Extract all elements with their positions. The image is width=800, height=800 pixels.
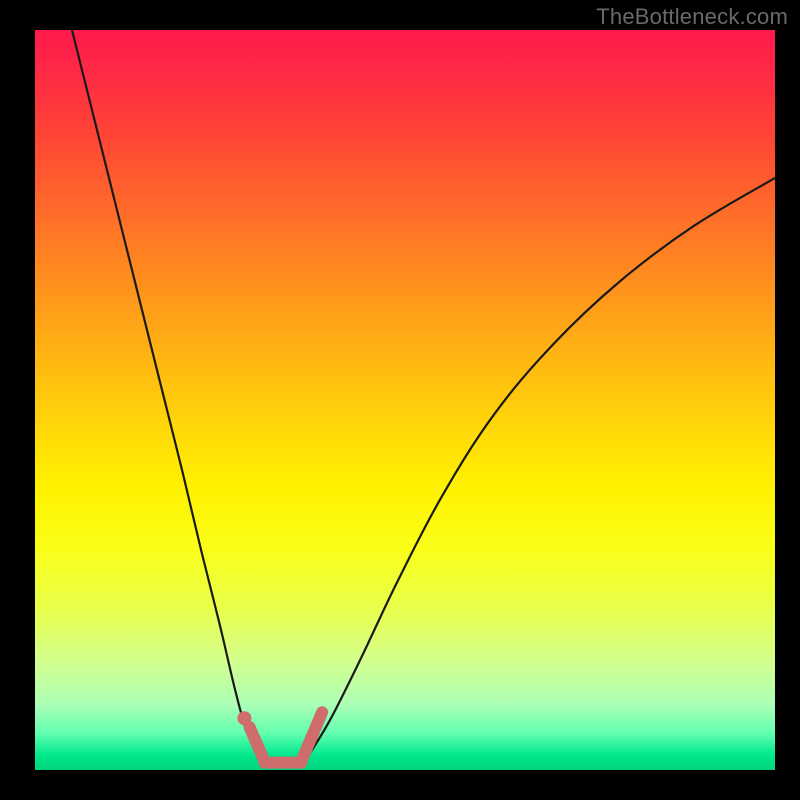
curve-right-branch: [309, 178, 775, 755]
watermark-text: TheBottleneck.com: [596, 4, 788, 30]
curve-left-branch: [72, 30, 257, 755]
chart-frame: TheBottleneck.com: [0, 0, 800, 800]
plot-area: [35, 30, 775, 770]
marker-left-segment: [250, 727, 265, 761]
curve-layer: [35, 30, 775, 770]
marker-right-segment: [301, 712, 322, 761]
